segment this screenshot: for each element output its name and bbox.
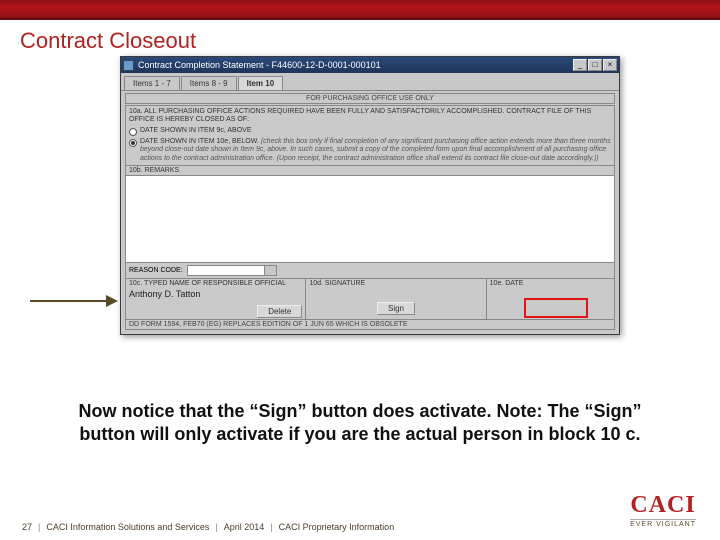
remarks-textarea[interactable]	[126, 176, 614, 262]
radio-icon	[129, 128, 137, 136]
radio-option-9c[interactable]: DATE SHOWN IN ITEM 9c, ABOVE	[129, 127, 611, 136]
annotation-highlight	[524, 298, 588, 318]
caci-logo: CACI EVER VIGILANT	[630, 492, 696, 528]
footer-date: April 2014	[224, 522, 265, 532]
radio-icon	[129, 139, 137, 147]
cell-10c: 10c. TYPED NAME OF RESPONSIBLE OFFICIAL …	[126, 279, 306, 319]
titlebar: Contract Completion Statement - F44600-1…	[121, 57, 619, 73]
cell-10e-label: 10e. DATE	[490, 280, 611, 287]
purchasing-header: FOR PURCHASING OFFICE USE ONLY	[125, 93, 615, 104]
slide-footer: 27 | CACI Information Solutions and Serv…	[0, 522, 720, 532]
close-button[interactable]: ×	[603, 59, 617, 71]
app-window: Contract Completion Statement - F44600-1…	[120, 56, 620, 335]
tab-items-8-9[interactable]: Items 8 - 9	[181, 76, 237, 90]
dd-form-footer: DD FORM 1594, FEB70 (EG) REPLACES EDITIO…	[125, 320, 615, 330]
delete-button[interactable]: Delete	[257, 305, 302, 318]
radio-label-9c: DATE SHOWN IN ITEM 9c, ABOVE	[140, 127, 252, 135]
window-app-icon	[123, 60, 134, 71]
separator: |	[270, 522, 272, 532]
minimize-button[interactable]: _	[573, 59, 587, 71]
radio-10e-lead: DATE SHOWN IN ITEM 10e, BELOW.	[140, 138, 259, 145]
maximize-button[interactable]: □	[588, 59, 602, 71]
section-10b: 10b. REMARKS	[125, 166, 615, 263]
reason-code-row: REASON CODE:	[125, 263, 615, 279]
cell-10c-label: 10c. TYPED NAME OF RESPONSIBLE OFFICIAL	[129, 280, 302, 287]
section-10a: 10a. ALL PURCHASING OFFICE ACTIONS REQUI…	[125, 105, 615, 166]
separator: |	[38, 522, 40, 532]
section-10a-text: 10a. ALL PURCHASING OFFICE ACTIONS REQUI…	[129, 108, 611, 125]
tab-items-1-7[interactable]: Items 1 - 7	[124, 76, 180, 90]
logo-tagline: EVER VIGILANT	[630, 519, 696, 528]
cell-10d: 10d. SIGNATURE Sign	[306, 279, 486, 319]
page-number: 27	[22, 522, 32, 532]
section-10b-label: 10b. REMARKS	[126, 166, 614, 176]
radio-option-10e[interactable]: DATE SHOWN IN ITEM 10e, BELOW. (check th…	[129, 138, 611, 163]
tab-bar: Items 1 - 7 Items 8 - 9 Item 10	[121, 73, 619, 91]
separator: |	[215, 522, 217, 532]
footer-org: CACI Information Solutions and Services	[46, 522, 209, 532]
radio-label-10e: DATE SHOWN IN ITEM 10e, BELOW. (check th…	[140, 138, 611, 163]
slide-caption: Now notice that the “Sign” button does a…	[60, 400, 660, 445]
reason-code-label: REASON CODE:	[129, 267, 183, 274]
slide-title: Contract Closeout	[0, 20, 720, 58]
slide-accent-bar	[0, 0, 720, 20]
annotation-arrow	[30, 294, 120, 308]
arrow-line-icon	[30, 300, 108, 302]
window-title: Contract Completion Statement - F44600-1…	[138, 60, 572, 70]
reason-code-select[interactable]	[187, 265, 277, 276]
cell-10d-label: 10d. SIGNATURE	[309, 280, 482, 287]
footer-proprietary: CACI Proprietary Information	[279, 522, 395, 532]
logo-text: CACI	[630, 492, 696, 519]
arrow-head-icon	[106, 295, 118, 307]
tab-item-10[interactable]: Item 10	[238, 76, 284, 90]
typed-name: Anthony D. Tatton	[129, 289, 302, 299]
sign-button[interactable]: Sign	[377, 302, 415, 315]
